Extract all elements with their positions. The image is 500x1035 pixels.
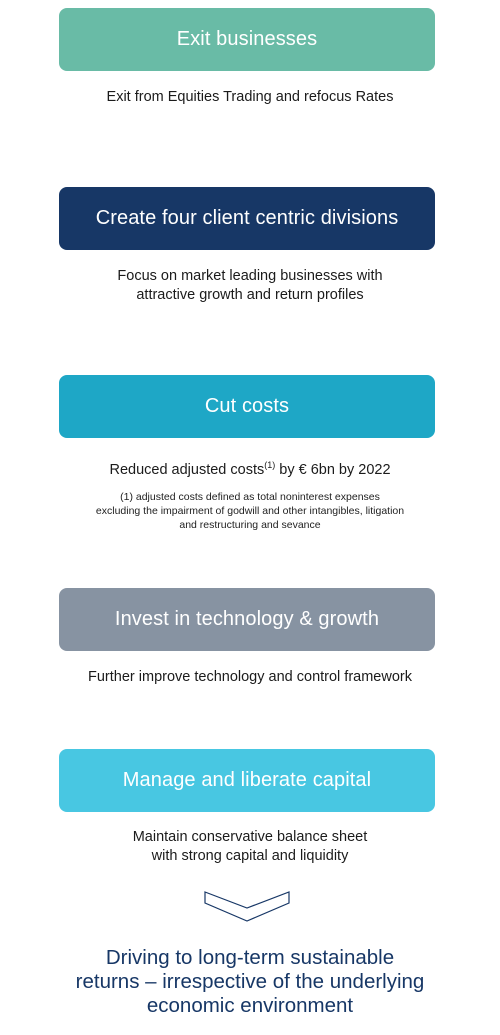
step-description: Focus on market leading businesses with … xyxy=(117,268,383,303)
step-description: Exit from Equities Trading and refocus R… xyxy=(106,89,394,105)
step-description: Reduced adjusted costs(1) by € 6bn by 20… xyxy=(109,460,391,478)
step-description: Maintain conservative balance sheet with… xyxy=(132,829,368,864)
chevron-down-icon xyxy=(204,891,290,922)
footnote: (1) adjusted costs defined as total noni… xyxy=(95,491,405,531)
step-manage-capital: Manage and liberate capital xyxy=(59,749,435,812)
step-title: Manage and liberate capital xyxy=(122,769,372,791)
step-title: Exit businesses xyxy=(176,28,318,50)
step-title: Cut costs xyxy=(204,395,290,417)
step-title: Invest in technology & growth xyxy=(114,608,380,630)
step-cut-costs: Cut costs xyxy=(59,375,435,438)
footnote-marker: (1) xyxy=(264,460,276,470)
step-title: Create four client centric divisions xyxy=(95,207,399,229)
step-invest-technology: Invest in technology & growth xyxy=(59,588,435,651)
step-client-divisions: Create four client centric divisions xyxy=(59,187,435,250)
closing-statement: Driving to long-term sustainable returns… xyxy=(75,946,425,1017)
step-exit-businesses: Exit businesses xyxy=(59,8,435,71)
step-description: Further improve technology and control f… xyxy=(88,669,412,685)
